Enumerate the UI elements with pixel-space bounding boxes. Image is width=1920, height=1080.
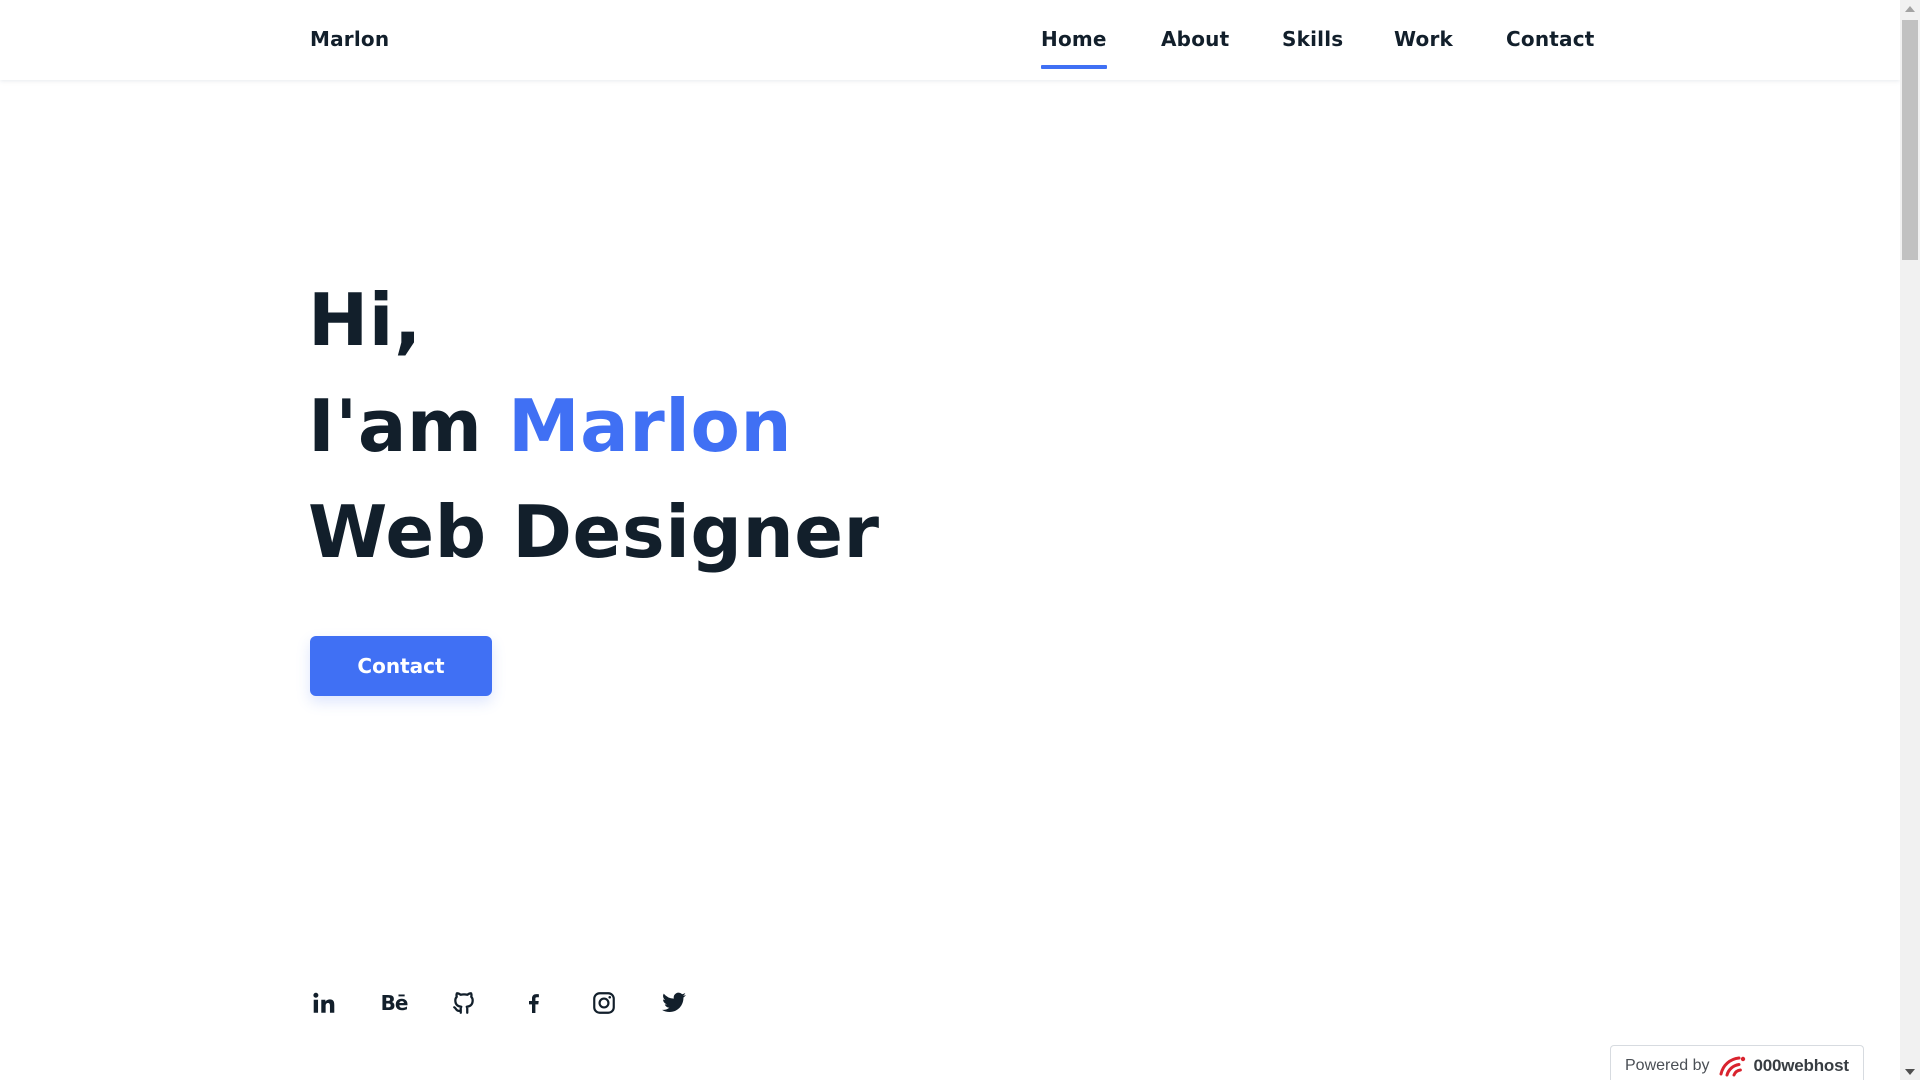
behance-icon: Bē (380, 991, 409, 1015)
github-link[interactable] (450, 988, 478, 1018)
000webhost-logo-icon (1718, 1054, 1748, 1078)
twitter-link[interactable] (660, 988, 688, 1018)
github-icon (453, 992, 474, 1014)
contact-button[interactable]: Contact (310, 636, 492, 696)
nav-link-home[interactable]: Home (1041, 27, 1107, 69)
facebook-link[interactable] (520, 988, 548, 1018)
nav-link-contact[interactable]: Contact (1506, 27, 1595, 51)
instagram-icon (593, 992, 615, 1014)
hero-name: Marlon (508, 384, 793, 468)
nav-link-about[interactable]: About (1161, 27, 1229, 51)
behance-link[interactable]: Bē (380, 988, 409, 1018)
nav-link-work[interactable]: Work (1394, 27, 1453, 51)
nav-link-skills[interactable]: Skills (1282, 27, 1343, 51)
hero-greeting: Hi, (308, 278, 422, 362)
badge-brand: 000webhost (1753, 1055, 1850, 1075)
hero-role: Web Designer (308, 490, 880, 574)
linkedin-link[interactable] (310, 988, 338, 1018)
site-logo[interactable]: Marlon (310, 27, 389, 51)
hero-intro-prefix: I'am (308, 384, 509, 468)
site-header: Marlon Home About Skills Work Contact (0, 0, 1900, 80)
powered-by-label: Powered by (1625, 1056, 1710, 1074)
hero-intro: I'am Marlon (308, 390, 792, 462)
page-viewport: Marlon Home About Skills Work Contact Hi… (0, 0, 1900, 1080)
facebook-icon (529, 994, 539, 1013)
scrollbar-thumb[interactable] (1902, 20, 1918, 260)
scroll-down-arrow-icon[interactable] (1900, 1063, 1920, 1080)
twitter-icon (662, 992, 686, 1012)
vertical-scrollbar[interactable] (1900, 0, 1920, 1080)
instagram-link[interactable] (590, 988, 618, 1018)
linkedin-icon (313, 992, 335, 1013)
powered-by-badge[interactable]: Powered by 000webhost (1610, 1045, 1864, 1080)
scroll-up-arrow-icon[interactable] (1900, 0, 1920, 17)
